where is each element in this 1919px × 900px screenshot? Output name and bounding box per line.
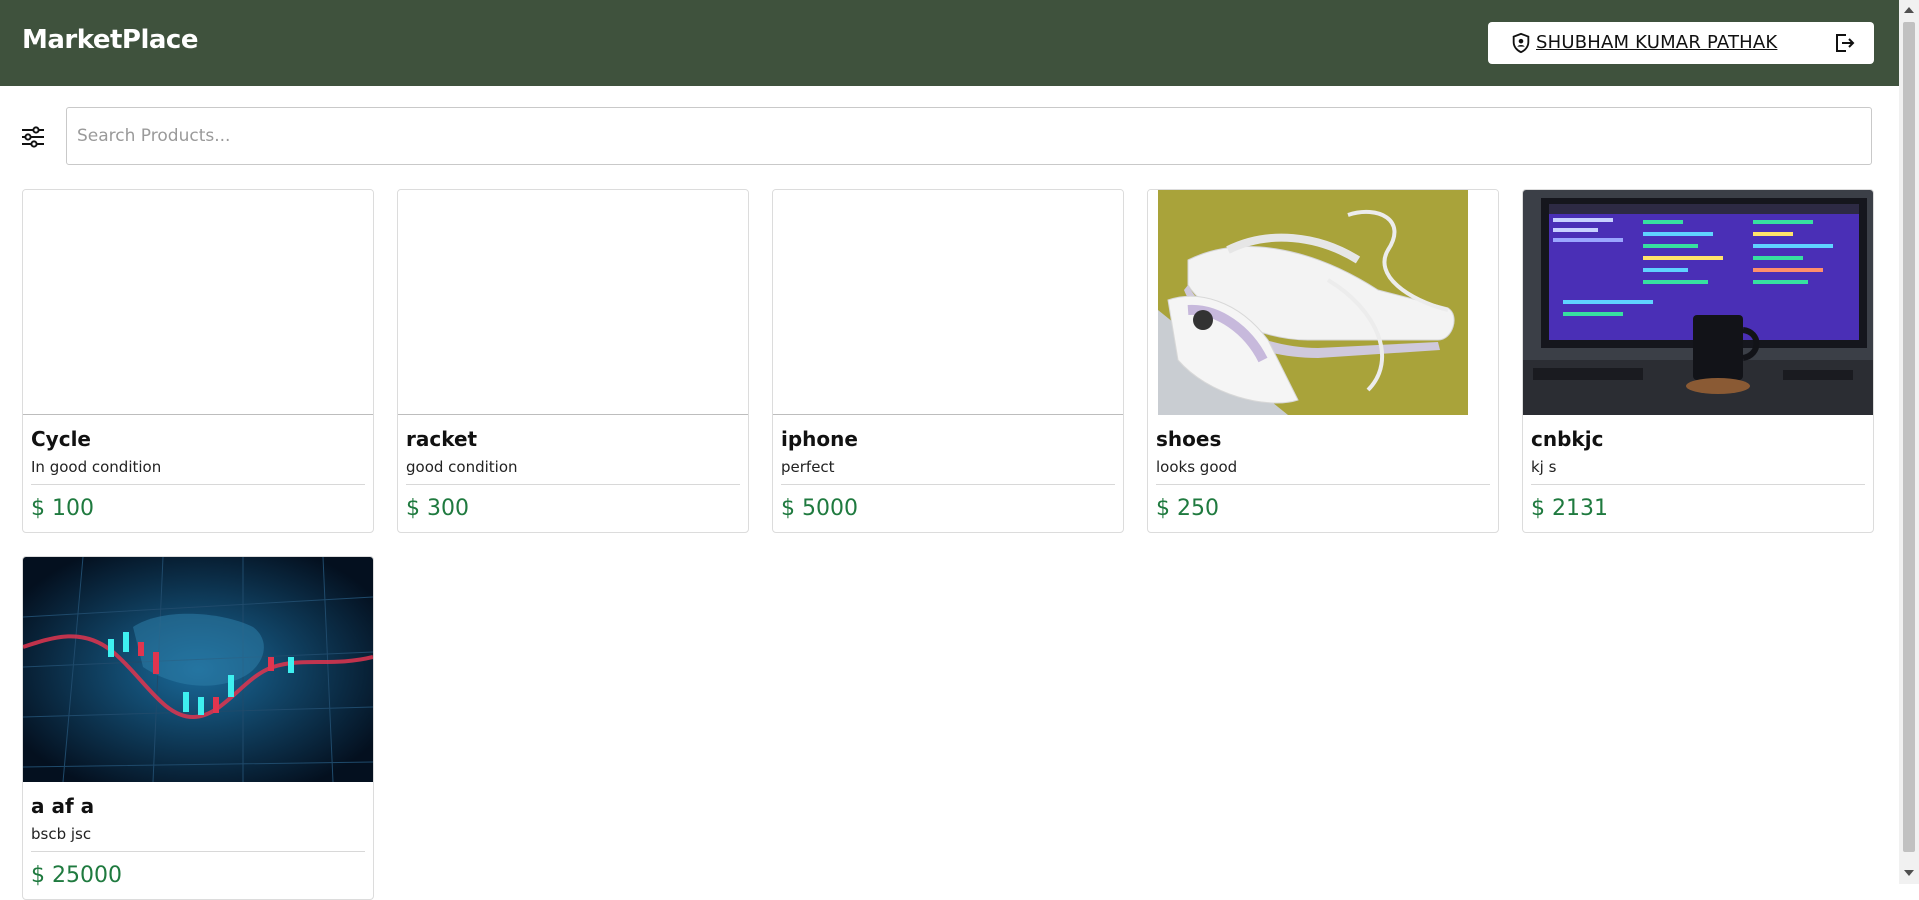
user-name-link[interactable]: SHUBHAM KUMAR PATHAK — [1536, 32, 1777, 53]
code-monitor-photo — [1523, 190, 1873, 415]
product-price: $ 25000 — [31, 863, 122, 888]
product-title: iphone — [781, 427, 858, 451]
product-title: racket — [406, 427, 478, 451]
scroll-up-icon[interactable] — [1904, 7, 1914, 13]
sneakers-photo — [1148, 190, 1498, 415]
product-card[interactable]: cnbkjc kj s $ 2131 — [1522, 189, 1874, 533]
product-description: good condition — [406, 458, 518, 476]
product-card[interactable]: racket good condition $ 300 — [397, 189, 749, 533]
product-price: $ 5000 — [781, 496, 858, 521]
product-title: a af a — [31, 794, 95, 818]
scrollbar-thumb[interactable] — [1903, 22, 1915, 852]
divider — [406, 484, 740, 485]
product-description: In good condition — [31, 458, 162, 476]
top-navbar: MarketPlace SHUBHAM KUMAR PATHAK — [0, 0, 1899, 86]
divider — [1156, 484, 1490, 485]
product-title: shoes — [1156, 427, 1222, 451]
product-image — [1523, 190, 1873, 415]
stock-chart-photo — [23, 557, 373, 783]
divider — [781, 484, 1115, 485]
product-image-placeholder — [773, 190, 1123, 415]
product-card[interactable]: Cycle In good condition $ 100 — [22, 189, 374, 533]
product-price: $ 2131 — [1531, 496, 1608, 521]
product-price: $ 300 — [406, 496, 469, 521]
product-description: kj s — [1531, 458, 1557, 476]
product-image-placeholder — [23, 190, 373, 415]
vertical-scrollbar[interactable] — [1899, 0, 1919, 884]
product-image — [23, 557, 373, 783]
filter-sliders-icon[interactable] — [20, 125, 46, 149]
product-card[interactable]: iphone perfect $ 5000 — [772, 189, 1124, 533]
logout-icon[interactable] — [1832, 31, 1856, 55]
product-card[interactable]: shoes looks good $ 250 — [1147, 189, 1499, 533]
product-price: $ 100 — [31, 496, 94, 521]
product-description: looks good — [1156, 458, 1238, 476]
product-card[interactable]: a af a bscb jsc $ 25000 — [22, 556, 374, 900]
divider — [31, 851, 365, 852]
product-image — [1148, 190, 1498, 415]
product-price: $ 250 — [1156, 496, 1219, 521]
search-input[interactable] — [66, 107, 1872, 165]
user-shield-icon — [1512, 32, 1530, 54]
product-title: Cycle — [31, 427, 91, 451]
divider — [1531, 484, 1865, 485]
product-title: cnbkjc — [1531, 427, 1604, 451]
user-account-box: SHUBHAM KUMAR PATHAK — [1488, 22, 1874, 64]
product-description: perfect — [781, 458, 835, 476]
scroll-down-icon[interactable] — [1904, 870, 1914, 876]
brand-title[interactable]: MarketPlace — [22, 25, 198, 55]
product-image-placeholder — [398, 190, 748, 415]
product-description: bscb jsc — [31, 825, 92, 843]
divider — [31, 484, 365, 485]
